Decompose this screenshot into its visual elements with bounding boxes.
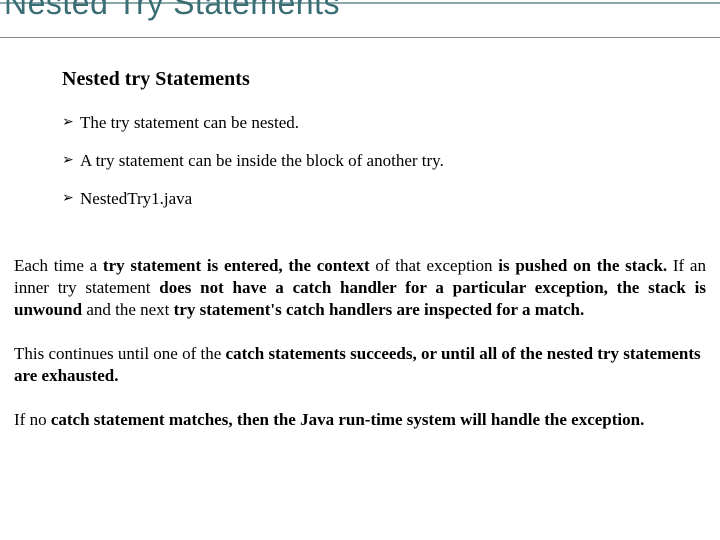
text-run: If no <box>14 410 51 429</box>
paragraph-1: Each time a try statement is entered, th… <box>14 255 706 321</box>
list-item: ➢ A try statement can be inside the bloc… <box>62 151 720 171</box>
text-run: is pushed on the stack. <box>498 256 673 275</box>
arrow-icon: ➢ <box>62 189 80 209</box>
list-item: ➢ NestedTry1.java <box>62 189 720 209</box>
text-run: try statement's catch handlers are inspe… <box>174 300 585 319</box>
slide-title: Nested Try Statements <box>4 0 340 22</box>
body-text: Each time a try statement is entered, th… <box>14 255 706 432</box>
arrow-icon: ➢ <box>62 113 80 133</box>
arrow-icon: ➢ <box>62 151 80 171</box>
paragraph-3: If no catch statement matches, then the … <box>14 409 706 431</box>
bullet-text: NestedTry1.java <box>80 189 192 209</box>
text-run: of that exception <box>375 256 498 275</box>
bullet-list: ➢ The try statement can be nested. ➢ A t… <box>62 113 720 209</box>
title-bar: Nested Try Statements <box>0 0 720 38</box>
text-run: and the next <box>86 300 173 319</box>
bullet-text: A try statement can be inside the block … <box>80 151 444 171</box>
subheading: Nested try Statements <box>62 68 720 91</box>
bullet-text: The try statement can be nested. <box>80 113 299 133</box>
text-run: catch statement matches, then the Java r… <box>51 410 645 429</box>
text-run: This continues until one of the <box>14 344 226 363</box>
list-item: ➢ The try statement can be nested. <box>62 113 720 133</box>
content-block: Nested try Statements ➢ The try statemen… <box>62 68 720 209</box>
text-run: Each time a <box>14 256 103 275</box>
text-run: try statement is entered, the context <box>103 256 375 275</box>
paragraph-2: This continues until one of the catch st… <box>14 343 706 387</box>
